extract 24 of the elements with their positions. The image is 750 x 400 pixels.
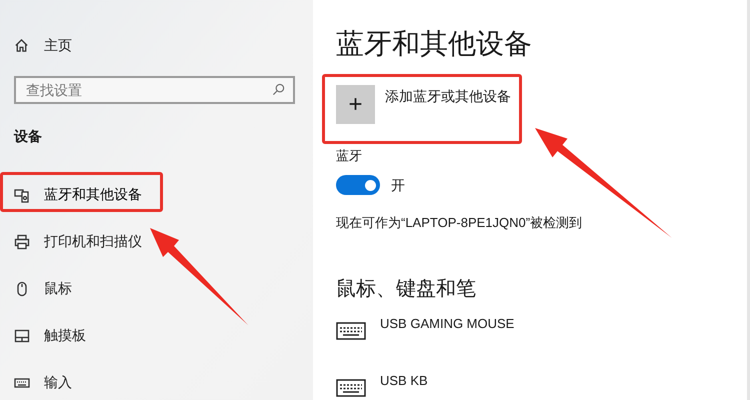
discoverable-status: 现在可作为“LAPTOP-8PE1JQN0”被检测到: [336, 214, 584, 232]
keyboard-icon: [336, 379, 366, 397]
devices-icon: [14, 186, 30, 202]
search-field[interactable]: 查找设置: [14, 76, 295, 104]
sidebar-item[interactable]: 输入: [14, 372, 295, 393]
page-title: 蓝牙和其他设备: [336, 27, 533, 61]
sidebar-item[interactable]: 触摸板: [14, 325, 295, 346]
section-heading: 鼠标、键盘和笔: [336, 277, 477, 302]
device-item[interactable]: USB KB: [336, 371, 747, 397]
printer-icon: [14, 234, 30, 250]
home-link[interactable]: 主页: [14, 35, 295, 55]
sidebar-item[interactable]: 打印机和扫描仪: [14, 231, 295, 252]
sidebar-item[interactable]: 蓝牙和其他设备: [14, 184, 295, 205]
bluetooth-toggle[interactable]: [336, 175, 380, 195]
device-item[interactable]: USB GAMING MOUSE: [336, 314, 747, 340]
add-device-button[interactable]: + 添加蓝牙或其他设备: [336, 85, 747, 125]
keyboard-icon: [336, 322, 366, 340]
sidebar-item[interactable]: 鼠标: [14, 278, 295, 299]
toggle-state: 开: [391, 176, 405, 194]
touchpad-icon: [14, 328, 30, 344]
search-icon: [272, 83, 285, 96]
section-heading: 设备: [14, 127, 43, 146]
bluetooth-label: 蓝牙: [336, 147, 363, 165]
home-icon: [14, 38, 29, 52]
